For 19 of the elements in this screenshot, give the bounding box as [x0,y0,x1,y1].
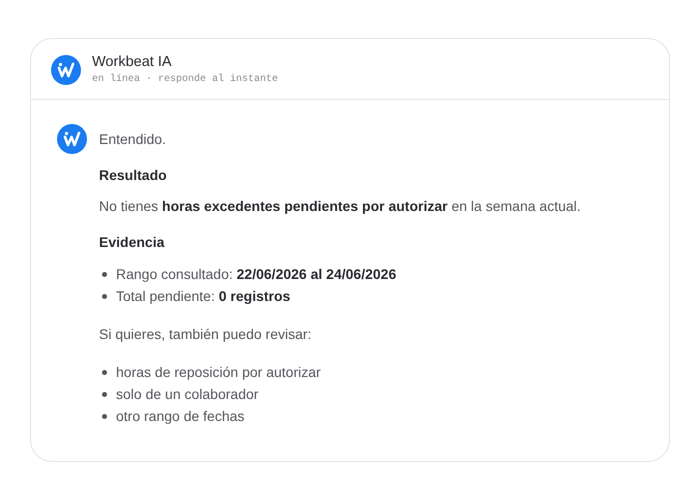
list-item-text: Rango consultado: 22/06/2026 al 24/06/2026 [116,265,396,284]
list-item-text: horas de reposición por autorizar [116,363,321,382]
message-text: Entendido. [99,130,167,149]
bullet-icon [102,294,107,298]
logo-icon [51,54,81,84]
bullet-icon [102,414,107,418]
logo-icon [57,124,87,154]
bullet-icon [102,272,107,276]
message-text: No tienes horas excedentes pendientes por autorizar en la semana actual. [99,197,581,216]
section-heading: Resultado [99,166,168,184]
bullet-icon [102,392,107,396]
bullet-icon [102,370,107,374]
message-text: Si quieres, también puedo revisar: [99,325,312,344]
list-item-text: Total pendiente: 0 registros [116,287,290,306]
status-text: en línea · responde al instante [92,74,278,85]
section-heading: Evidencia [99,233,166,251]
list-item-text: solo de un colaborador [116,385,258,404]
list-item-text: otro rango de fechas [116,407,244,426]
assistant-name: Workbeat IA [92,54,173,70]
